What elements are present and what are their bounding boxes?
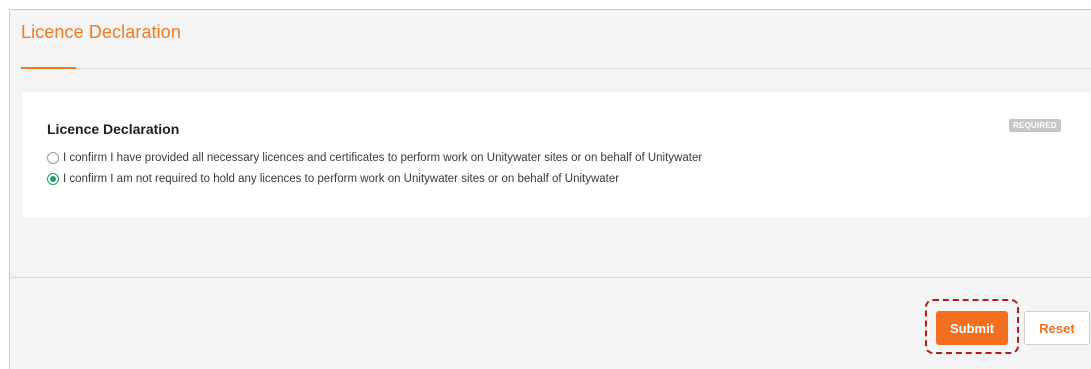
radio-checked-icon[interactable] [47,173,59,185]
submit-button[interactable]: Submit [936,311,1008,345]
required-badge: REQUIRED [1009,119,1061,132]
radio-option-label: I confirm I am not required to hold any … [63,173,620,185]
form-panel: Licence Declaration Licence Declaration … [9,9,1091,369]
radio-option-licences-provided[interactable]: I confirm I have provided all necessary … [47,152,702,164]
radio-unchecked-icon[interactable] [47,152,59,164]
radio-option-not-required[interactable]: I confirm I am not required to hold any … [47,173,619,185]
section-title: Licence Declaration [21,22,181,42]
declaration-card: Licence Declaration REQUIRED I confirm I… [22,92,1090,218]
reset-button[interactable]: Reset [1024,311,1090,345]
section-divider [21,68,1091,69]
section-title-underline [21,67,76,69]
question-title: Licence Declaration [47,121,180,137]
radio-option-label: I confirm I have provided all necessary … [63,152,703,164]
footer-divider [10,277,1091,278]
